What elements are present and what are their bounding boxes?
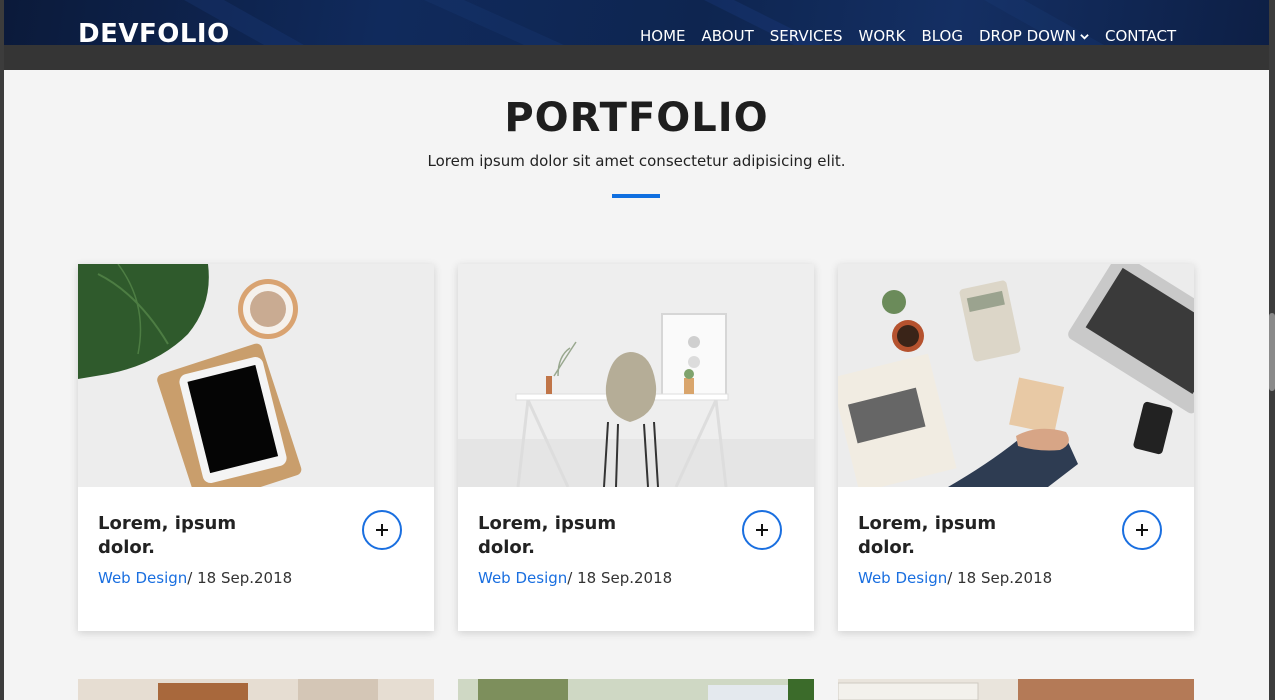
plus-icon bbox=[756, 524, 768, 536]
nav-label: CONTACT bbox=[1105, 27, 1177, 45]
portfolio-card-peek[interactable] bbox=[78, 679, 434, 700]
brand-logo[interactable]: DEVFOLIO bbox=[78, 19, 230, 45]
card-date: / 18 Sep.2018 bbox=[187, 569, 293, 587]
portfolio-card-peek[interactable] bbox=[838, 679, 1194, 700]
nav-contact[interactable]: CONTACT bbox=[1105, 27, 1176, 45]
card-title[interactable]: Lorem, ipsum dolor. bbox=[858, 512, 1028, 560]
nav-label: ABOUT bbox=[701, 27, 754, 45]
plant-tablet-coffee-photo[interactable] bbox=[78, 264, 434, 487]
card-category-link[interactable]: Web Design bbox=[478, 569, 567, 587]
chevron-down-icon bbox=[1080, 33, 1089, 40]
plus-icon bbox=[1136, 524, 1148, 536]
desk-chair-photo[interactable] bbox=[458, 264, 814, 487]
main-nav: HOME ABOUT SERVICES WORK BLOG DROP DOWN … bbox=[640, 27, 1176, 45]
nav-label: SERVICES bbox=[769, 27, 843, 45]
nav-work[interactable]: WORK bbox=[859, 27, 906, 45]
nav-services[interactable]: SERVICES bbox=[770, 27, 843, 45]
title-underline bbox=[612, 194, 660, 198]
card-title[interactable]: Lorem, ipsum dolor. bbox=[98, 512, 268, 560]
nav-label: HOME bbox=[640, 27, 686, 45]
business-desk-photo[interactable] bbox=[838, 264, 1194, 487]
navbar: DEVFOLIO HOME ABOUT SERVICES WORK BLOG D… bbox=[4, 0, 1269, 45]
portfolio-section: PORTFOLIO Lorem ipsum dolor sit amet con… bbox=[4, 70, 1269, 700]
card-category-link[interactable]: Web Design bbox=[98, 569, 187, 587]
card-category-link[interactable]: Web Design bbox=[858, 569, 947, 587]
card-meta: Web Design/ 18 Sep.2018 bbox=[478, 569, 672, 587]
nav-label: BLOG bbox=[921, 27, 963, 45]
scrollbar-thumb[interactable] bbox=[1269, 313, 1275, 391]
nav-label: WORK bbox=[858, 27, 906, 45]
section-title: PORTFOLIO bbox=[504, 95, 769, 141]
plus-icon bbox=[376, 524, 388, 536]
expand-button[interactable] bbox=[1122, 510, 1162, 550]
card-title[interactable]: Lorem, ipsum dolor. bbox=[478, 512, 648, 560]
portfolio-card[interactable]: Lorem, ipsum dolor. Web Design/ 18 Sep.2… bbox=[838, 264, 1194, 631]
nav-home[interactable]: HOME bbox=[640, 27, 686, 45]
portfolio-card[interactable]: Lorem, ipsum dolor. Web Design/ 18 Sep.2… bbox=[78, 264, 434, 631]
card-meta: Web Design/ 18 Sep.2018 bbox=[98, 569, 292, 587]
section-subtitle: Lorem ipsum dolor sit amet consectetur a… bbox=[427, 152, 846, 170]
nav-dropdown[interactable]: DROP DOWN bbox=[979, 27, 1089, 45]
card-meta: Web Design/ 18 Sep.2018 bbox=[858, 569, 1052, 587]
portfolio-card[interactable]: Lorem, ipsum dolor. Web Design/ 18 Sep.2… bbox=[458, 264, 814, 631]
expand-button[interactable] bbox=[362, 510, 402, 550]
nav-about[interactable]: ABOUT bbox=[702, 27, 754, 45]
card-date: / 18 Sep.2018 bbox=[947, 569, 1053, 587]
navbar-shadow-band bbox=[4, 45, 1269, 70]
portfolio-card-peek[interactable] bbox=[458, 679, 814, 700]
card-date: / 18 Sep.2018 bbox=[567, 569, 673, 587]
nav-label: DROP DOWN bbox=[978, 27, 1076, 45]
expand-button[interactable] bbox=[742, 510, 782, 550]
nav-blog[interactable]: BLOG bbox=[921, 27, 963, 45]
